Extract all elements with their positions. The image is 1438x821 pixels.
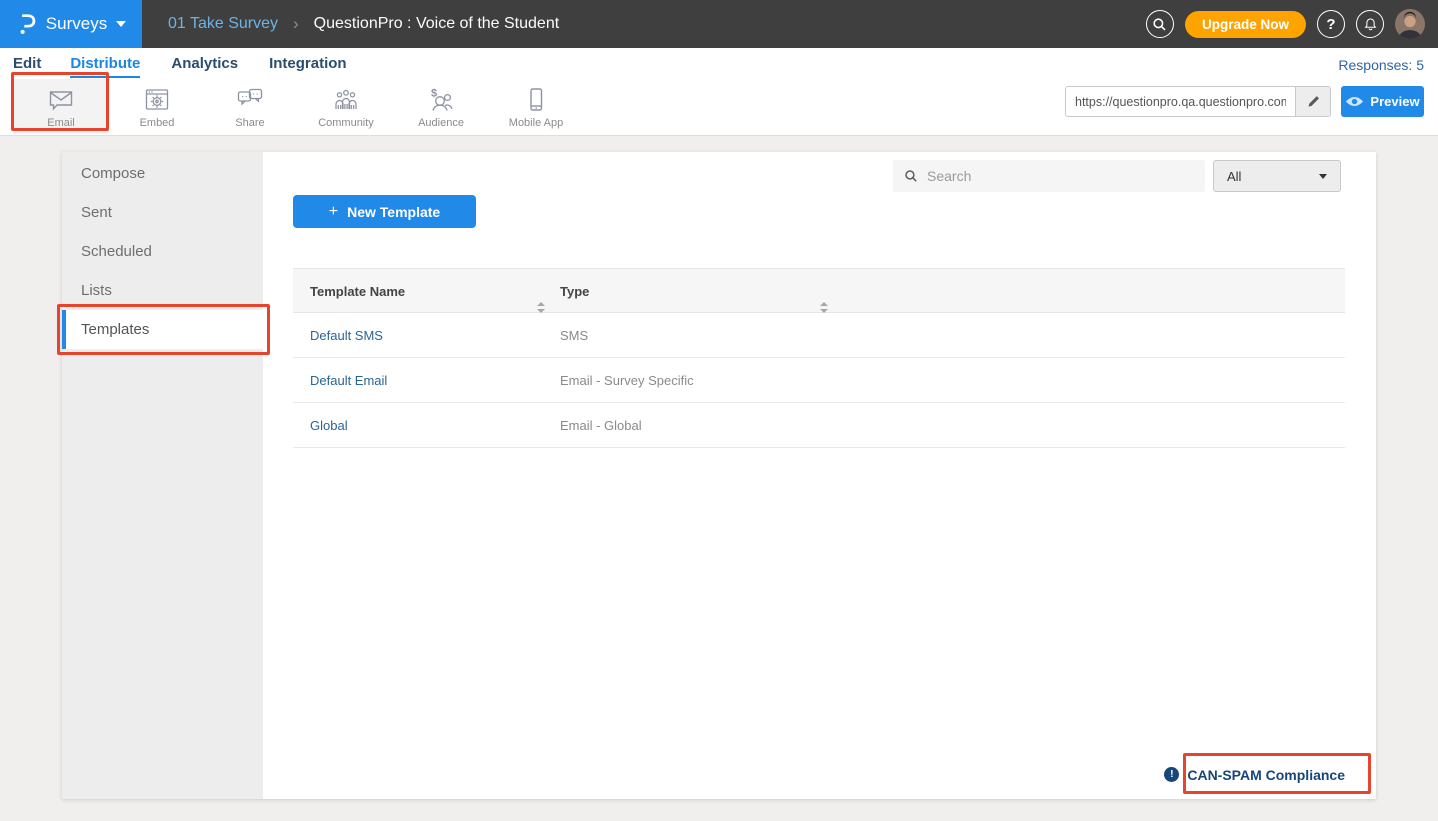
plus-icon: +: [329, 203, 338, 221]
tab-distribute[interactable]: Distribute: [70, 55, 140, 78]
email-section-card: Compose Sent Scheduled Lists Templates A…: [62, 152, 1376, 799]
email-icon: [46, 85, 76, 115]
tab-analytics[interactable]: Analytics: [171, 55, 238, 78]
toolbar-item-email[interactable]: Email: [13, 79, 109, 134]
sidebar-item-scheduled[interactable]: Scheduled: [62, 232, 263, 271]
tab-integration[interactable]: Integration: [269, 55, 347, 78]
template-link[interactable]: Default SMS: [310, 313, 383, 358]
chevron-down-icon: [1319, 174, 1327, 179]
share-icon: [235, 85, 265, 115]
template-filter-value: All: [1227, 169, 1241, 184]
sidebar-item-lists[interactable]: Lists: [62, 271, 263, 310]
sidebar-item-templates[interactable]: Templates: [62, 310, 263, 349]
search-icon: [904, 169, 918, 183]
survey-url-group: [1065, 86, 1331, 117]
survey-url-input[interactable]: [1066, 87, 1295, 116]
column-header-template-name[interactable]: Template Name: [310, 269, 405, 314]
questionpro-logo-icon: [16, 11, 37, 37]
can-spam-compliance-label: CAN-SPAM Compliance: [1187, 767, 1345, 783]
upgrade-now-button[interactable]: Upgrade Now: [1185, 11, 1306, 38]
toolbar-item-audience[interactable]: $ Audience: [395, 79, 487, 134]
edit-url-button[interactable]: [1295, 87, 1330, 116]
table-row: Default SMS SMS: [293, 313, 1345, 358]
preview-button-label: Preview: [1370, 94, 1419, 109]
mobile-app-icon: [521, 85, 551, 115]
toolbar-item-embed[interactable]: Embed: [112, 79, 202, 134]
section-tabs: Edit Distribute Analytics Integration Re…: [0, 48, 1438, 78]
table-row: Global Email - Global: [293, 403, 1345, 448]
template-link[interactable]: Default Email: [310, 358, 387, 403]
toolbar-item-label: Community: [318, 117, 374, 129]
chevron-down-icon: [116, 21, 126, 27]
eye-icon: [1345, 95, 1364, 108]
user-avatar[interactable]: [1395, 9, 1425, 39]
sort-icon[interactable]: [820, 302, 829, 313]
responses-count: Responses: 5: [1338, 57, 1424, 78]
info-icon: !: [1164, 767, 1179, 782]
distribute-toolbar: Email Embed: [0, 78, 1438, 136]
can-spam-compliance-link[interactable]: ! CAN-SPAM Compliance: [1164, 760, 1345, 789]
sidebar-item-compose[interactable]: Compose: [62, 154, 263, 193]
tab-edit[interactable]: Edit: [13, 55, 41, 78]
email-sidebar: Compose Sent Scheduled Lists Templates: [62, 152, 263, 799]
toolbar-item-label: Email: [47, 117, 75, 129]
top-header: Surveys 01 Take Survey › QuestionPro : V…: [0, 0, 1438, 48]
toolbar-item-share[interactable]: Share: [206, 79, 294, 134]
toolbar-item-label: Share: [235, 117, 264, 129]
toolbar-item-label: Embed: [140, 117, 175, 129]
embed-icon: [142, 85, 172, 115]
sort-icon[interactable]: [537, 302, 546, 313]
pencil-icon: [1306, 94, 1321, 109]
bell-icon: [1362, 16, 1379, 33]
sidebar-item-sent[interactable]: Sent: [62, 193, 263, 232]
new-template-label: New Template: [347, 204, 440, 220]
search-icon: [1152, 17, 1167, 32]
community-icon: [331, 85, 361, 115]
table-header-row: Template Name Type: [293, 268, 1345, 313]
breadcrumb: 01 Take Survey › QuestionPro : Voice of …: [168, 14, 559, 34]
preview-button[interactable]: Preview: [1341, 86, 1424, 117]
new-template-button[interactable]: + New Template: [293, 195, 476, 228]
help-button[interactable]: ?: [1317, 10, 1345, 38]
svg-text:$: $: [431, 87, 437, 99]
audience-icon: $: [426, 85, 456, 115]
surveys-menu[interactable]: Surveys: [0, 0, 142, 48]
table-row: Default Email Email - Survey Specific: [293, 358, 1345, 403]
toolbar-item-mobile-app[interactable]: Mobile App: [489, 79, 583, 134]
header-actions: Upgrade Now ?: [1146, 9, 1438, 39]
search-button[interactable]: [1146, 10, 1174, 38]
template-search-input[interactable]: [927, 168, 1194, 184]
toolbar-item-label: Audience: [418, 117, 464, 129]
surveys-menu-label: Surveys: [46, 14, 107, 34]
questionpro-app: Surveys 01 Take Survey › QuestionPro : V…: [0, 0, 1438, 821]
template-link[interactable]: Global: [310, 403, 348, 448]
page-title: QuestionPro : Voice of the Student: [314, 15, 560, 33]
template-type: Email - Global: [560, 403, 642, 448]
toolbar-item-label: Mobile App: [509, 117, 563, 129]
breadcrumb-separator: ›: [293, 14, 299, 34]
template-type: SMS: [560, 313, 588, 358]
templates-panel: All + New Template Template Name Type De…: [263, 152, 1376, 799]
breadcrumb-survey-link[interactable]: 01 Take Survey: [168, 15, 278, 33]
template-type: Email - Survey Specific: [560, 358, 694, 403]
toolbar-item-community[interactable]: Community: [297, 79, 395, 134]
template-search-box: [893, 160, 1205, 192]
templates-table: Template Name Type Default SMS SMS Defau…: [293, 268, 1345, 448]
template-filter-dropdown[interactable]: All: [1213, 160, 1341, 192]
column-header-type[interactable]: Type: [560, 269, 589, 314]
notifications-button[interactable]: [1356, 10, 1384, 38]
